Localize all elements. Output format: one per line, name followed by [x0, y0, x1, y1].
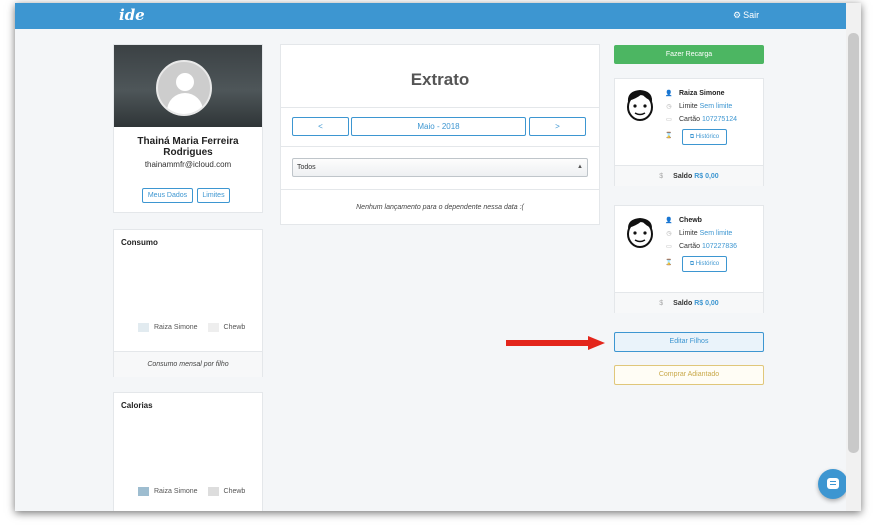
legend-swatch-raiza [138, 323, 149, 332]
dollar-icon: $ [659, 300, 664, 307]
child-limit-row: ◷ Limite Sem limite [663, 230, 732, 237]
balance-value: R$ 0,00 [694, 300, 719, 307]
limit-icon: ◷ [666, 104, 672, 110]
child-card: 👤 Chewb ◷ Limite Sem limite ▭ Cartão 107227… [614, 205, 764, 313]
balance-label: Saldo [673, 300, 693, 307]
legend-label-raiza: Raiza Simone [154, 324, 198, 331]
divider [281, 107, 599, 108]
consumption-legend: Raiza Simone Chewb [138, 323, 253, 332]
limits-button[interactable]: Limites [197, 188, 230, 203]
avatar [156, 60, 212, 116]
balance-label: Saldo [673, 173, 693, 180]
limit-value: Sem limite [699, 230, 733, 237]
empty-message: Nenhum lançamento para o dependente ness… [356, 204, 524, 211]
child-name: Chewb [679, 217, 702, 224]
card-label: Cartão [679, 116, 701, 123]
divider [281, 189, 599, 190]
statement-card: Extrato < Maio - 2018 > Todos ▲ Nenhum l… [280, 44, 600, 225]
card-number[interactable]: 107227836 [702, 243, 737, 250]
consumption-card: Consumo Raiza Simone Chewb Consumo mensa… [113, 229, 263, 377]
consumption-footer: Consumo mensal por filho [114, 351, 262, 377]
balance-value: R$ 0,00 [694, 173, 719, 180]
history-button[interactable]: ⧉ Histórico [682, 256, 727, 272]
my-data-button[interactable]: Meus Dados [142, 188, 193, 203]
chat-button[interactable] [818, 469, 848, 499]
calories-legend: Raiza Simone Chewb [138, 487, 253, 496]
scrollbar[interactable] [846, 3, 861, 511]
legend-label-chewb: Chewb [223, 488, 246, 495]
red-arrow-icon [506, 336, 605, 350]
child-name: Raiza Simone [679, 90, 725, 97]
child-card-row: ▭ Cartão 107227836 [663, 243, 737, 250]
dollar-icon: $ [659, 173, 664, 180]
legend-label-raiza: Raiza Simone [154, 488, 198, 495]
limit-value: Sem limite [699, 103, 733, 110]
scrollbar-thumb[interactable] [848, 33, 859, 453]
card-icon: ▭ [666, 117, 672, 123]
edit-children-button[interactable]: Editar Filhos [614, 332, 764, 352]
logout-link[interactable]: ⚙ Sair [733, 10, 759, 21]
card-number[interactable]: 107275124 [702, 116, 737, 123]
calories-card: Calorias Raiza Simone Chewb [113, 392, 263, 511]
select-arrows-icon: ▲ [577, 164, 583, 170]
child-card: 👤 Raiza Simone ◷ Limite Sem limite ▭ Cartão… [614, 78, 764, 186]
chat-icon [827, 478, 839, 489]
dependent-filter-select[interactable]: Todos ▲ [292, 158, 588, 177]
filter-value: Todos [297, 164, 316, 171]
limit-icon: ◷ [666, 231, 672, 237]
history-label: Histórico [695, 261, 720, 267]
next-month-button[interactable]: > [529, 117, 586, 136]
profile-name: Thainá Maria Ferreira Rodrigues [137, 136, 239, 158]
divider [281, 146, 599, 147]
child-name-row: 👤 Raiza Simone [663, 90, 725, 97]
child-limit-row: ◷ Limite Sem limite [663, 103, 732, 110]
limit-label: Limite [679, 230, 698, 237]
buy-in-advance-button[interactable]: Comprar Adiantado [614, 365, 764, 385]
child-card-row: ▭ Cartão 107275124 [663, 116, 737, 123]
child-name-row: 👤 Chewb [663, 217, 702, 224]
card-label: Cartão [679, 243, 701, 250]
logo[interactable]: ide [119, 6, 145, 24]
statement-title: Extrato [410, 70, 470, 89]
month-selector[interactable]: Maio - 2018 [351, 117, 526, 136]
profile-email: thainammfr@icloud.com [144, 160, 232, 169]
child-avatar-icon [627, 90, 653, 121]
hourglass-icon: ⌛ [665, 133, 673, 139]
recharge-button[interactable]: Fazer Recarga [614, 45, 764, 64]
child-history-row: ⌛ [663, 259, 679, 266]
limit-label: Limite [679, 103, 698, 110]
legend-swatch-chewb [207, 487, 219, 496]
child-avatar-icon [627, 218, 653, 248]
user-icon: 👤 [665, 91, 673, 97]
user-icon: 👤 [665, 218, 673, 224]
prev-month-button[interactable]: < [292, 117, 349, 136]
consumption-title: Consumo [121, 238, 158, 247]
hourglass-icon: ⌛ [665, 260, 673, 266]
child-history-row: ⌛ [663, 132, 679, 139]
history-button[interactable]: ⧉ Histórico [682, 129, 727, 145]
history-label: Histórico [695, 134, 720, 140]
gear-icon: ⚙ [733, 10, 742, 20]
calories-title: Calorias [121, 401, 153, 410]
profile-card: Thainá Maria Ferreira Rodrigues thainamm… [113, 44, 263, 213]
balance-row: $ Saldo R$ 0,00 [615, 292, 763, 313]
balance-row: $ Saldo R$ 0,00 [615, 165, 763, 186]
legend-swatch-raiza [138, 487, 149, 496]
card-icon: ▭ [666, 244, 672, 250]
legend-swatch-chewb [207, 323, 219, 332]
logout-label: Sair [743, 10, 760, 20]
legend-label-chewb: Chewb [223, 324, 246, 331]
app-window: ide ⚙ Sair Thainá Maria Ferreira Rodrigue… [15, 3, 861, 511]
top-bar: ide ⚙ Sair [15, 3, 861, 29]
